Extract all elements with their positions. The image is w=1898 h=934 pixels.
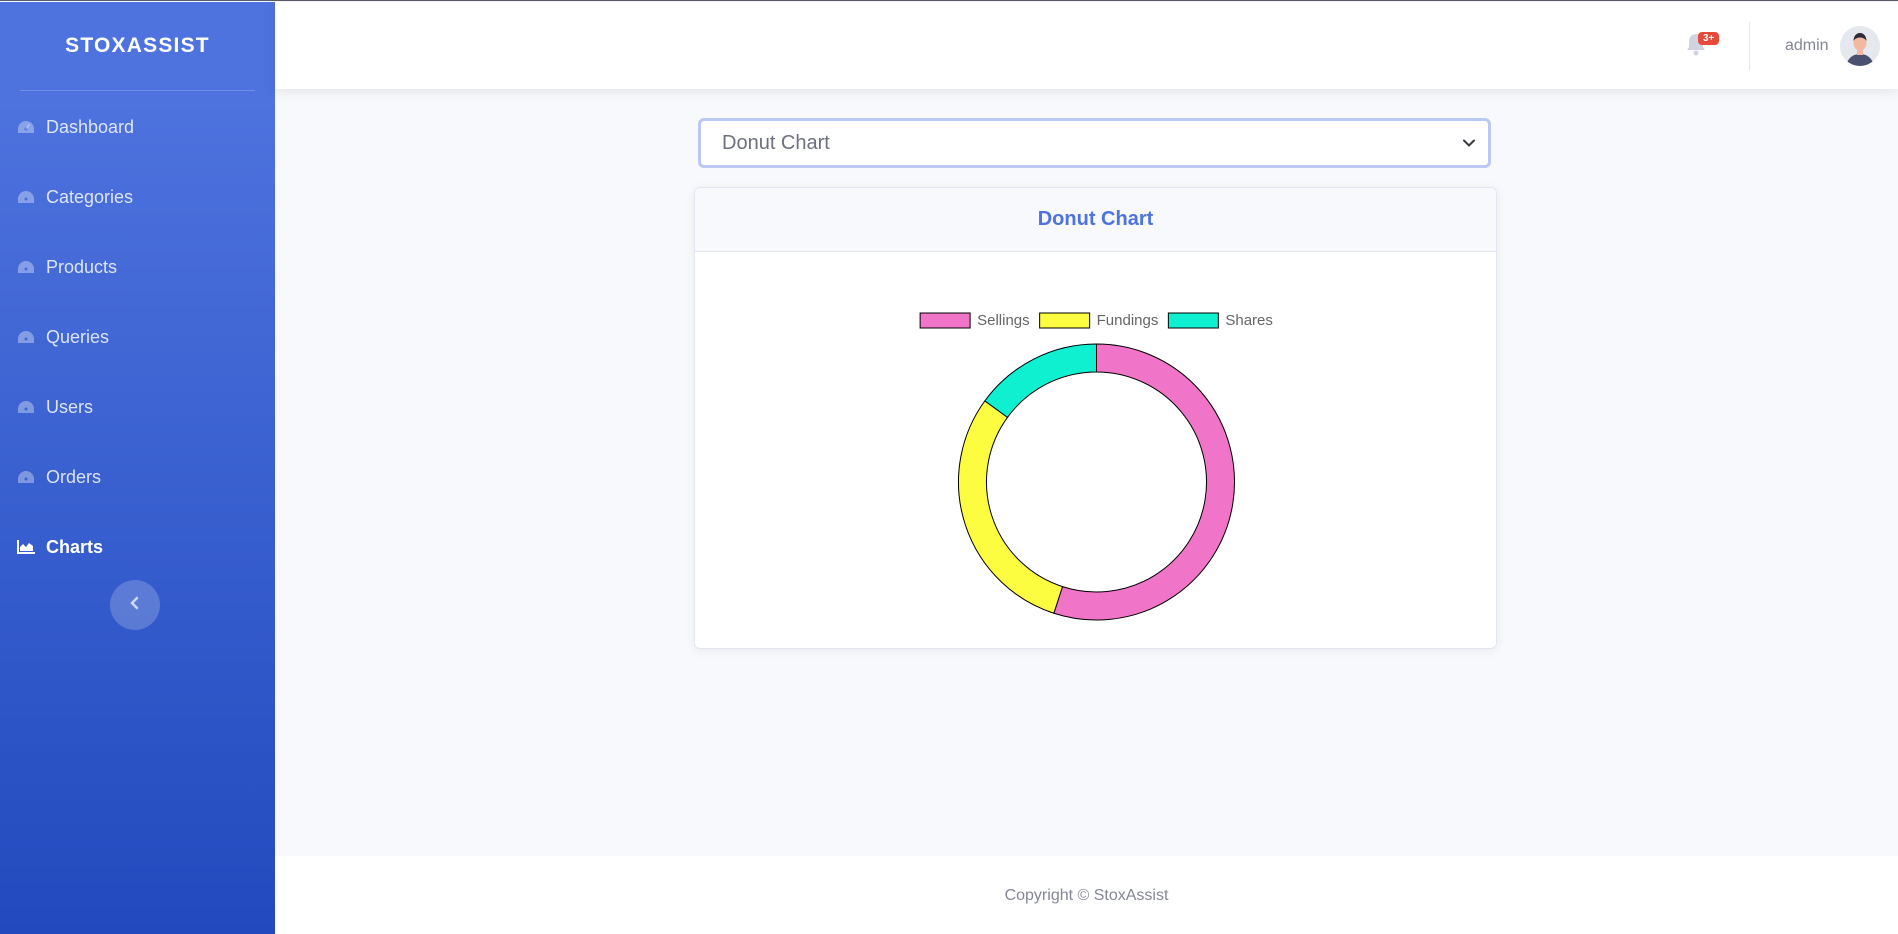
- sidebar-item-label: Products: [46, 256, 118, 277]
- sidebar-item-label: Charts: [46, 536, 104, 557]
- sidebar-item-queries[interactable]: Queries: [0, 302, 275, 372]
- footer: Copyright © StoxAssist: [275, 856, 1898, 934]
- avatar[interactable]: [1840, 26, 1880, 66]
- chevron-left-icon: [129, 596, 141, 615]
- notification-badge: 3+: [1698, 32, 1720, 45]
- chevron-down-icon: [1462, 136, 1476, 155]
- sidebar-item-label: Categories: [46, 186, 134, 207]
- donut-slice-shares[interactable]: [984, 343, 1097, 419]
- legend-item-sellings[interactable]: Sellings: [919, 312, 1030, 329]
- area-chart-icon: [16, 537, 36, 557]
- legend-item-shares[interactable]: Shares: [1167, 312, 1273, 329]
- tachometer-icon: [16, 327, 36, 347]
- legend-swatch: [1039, 312, 1091, 329]
- legend-label: Sellings: [977, 312, 1030, 329]
- tachometer-icon: [16, 397, 36, 417]
- chart-card-title: Donut Chart: [695, 188, 1496, 252]
- sidebar-item-label: Queries: [46, 326, 110, 347]
- tachometer-icon: [16, 187, 36, 207]
- sidebar-item-orders[interactable]: Orders: [0, 442, 275, 512]
- sidebar-item-users[interactable]: Users: [0, 372, 275, 442]
- donut-slice-fundings[interactable]: [958, 400, 1064, 614]
- copyright-text: Copyright © StoxAssist: [1004, 886, 1169, 904]
- donut-chart: Sellings Fundings Shares: [919, 312, 1273, 621]
- tachometer-icon: [16, 117, 36, 137]
- legend-item-fundings[interactable]: Fundings: [1039, 312, 1159, 329]
- tachometer-icon: [16, 467, 36, 487]
- user-name[interactable]: admin: [1785, 37, 1829, 55]
- sidebar-nav: Dashboard Categories Products Queries Us…: [0, 91, 275, 582]
- legend-swatch: [919, 312, 971, 329]
- chart-type-select[interactable]: Donut Chart: [698, 118, 1491, 168]
- sidebar-item-label: Users: [46, 396, 94, 417]
- legend-label: Shares: [1225, 312, 1273, 329]
- sidebar: STOXASSIST Dashboard Categories Products…: [0, 2, 275, 934]
- tachometer-icon: [16, 257, 36, 277]
- sidebar-item-dashboard[interactable]: Dashboard: [0, 92, 275, 162]
- sidebar-item-label: Dashboard: [46, 116, 135, 137]
- legend-swatch: [1167, 312, 1219, 329]
- chart-card: Donut Chart Sellings Fundings Shares: [694, 187, 1497, 649]
- legend-label: Fundings: [1097, 312, 1159, 329]
- donut-slice-sellings[interactable]: [1053, 343, 1235, 621]
- topbar: 3+ admin: [275, 2, 1898, 89]
- chart-type-selected: Donut Chart: [722, 131, 830, 154]
- sidebar-item-products[interactable]: Products: [0, 232, 275, 302]
- sidebar-toggle-button[interactable]: [110, 580, 160, 630]
- topbar-divider: [1749, 22, 1750, 70]
- sidebar-item-label: Orders: [46, 466, 102, 487]
- brand-logo[interactable]: STOXASSIST: [0, 2, 275, 90]
- sidebar-item-charts[interactable]: Charts: [0, 512, 275, 582]
- sidebar-item-categories[interactable]: Categories: [0, 162, 275, 232]
